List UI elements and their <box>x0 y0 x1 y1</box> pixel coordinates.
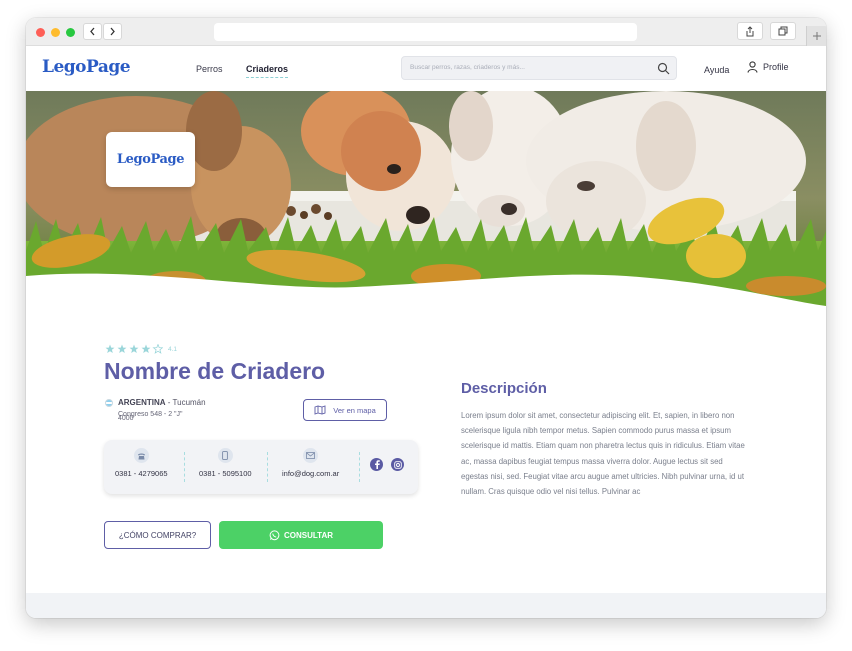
profile-link[interactable]: Profile <box>747 61 789 73</box>
map-icon <box>314 405 326 415</box>
tabs-overview-button[interactable] <box>770 22 796 40</box>
kennel-name: Nombre de Criadero <box>104 358 326 384</box>
phone-number: 0381 - 4279065 <box>115 469 168 478</box>
mobile-number: 0381 - 5095100 <box>199 469 252 478</box>
description-title: Descripción <box>461 380 547 397</box>
kennel-logo-card: LegoPage <box>106 132 195 187</box>
site-header: LegoPage Perros Criaderos Buscar perros,… <box>26 46 826 92</box>
consult-whatsapp-button[interactable]: CONSULTAR <box>219 521 383 549</box>
whatsapp-icon <box>269 529 280 540</box>
contact-phone[interactable]: 0381 - 4279065 <box>115 448 168 478</box>
search-placeholder: Buscar perros, razas, criaderos y más... <box>410 64 525 71</box>
telephone-icon <box>133 448 149 463</box>
help-link[interactable]: Ayuda <box>704 65 729 75</box>
maximize-window-icon[interactable] <box>66 28 75 37</box>
forward-button[interactable] <box>103 23 122 40</box>
contact-card: 0381 - 4279065 0381 - 5095100 info@dog.c… <box>104 440 418 494</box>
minimize-window-icon[interactable] <box>51 28 60 37</box>
address-bar[interactable] <box>214 23 637 41</box>
divider <box>267 452 268 482</box>
argentina-flag-icon <box>105 399 113 407</box>
new-tab-button[interactable] <box>806 26 826 46</box>
site-logo[interactable]: LegoPage <box>42 57 131 77</box>
divider <box>184 452 185 482</box>
instagram-icon[interactable] <box>391 458 404 471</box>
footer <box>26 593 826 618</box>
star-rating-icons <box>105 344 163 354</box>
plus-icon <box>812 32 821 40</box>
back-button[interactable] <box>83 23 102 40</box>
profile-label: Profile <box>763 62 789 72</box>
user-icon <box>747 61 758 73</box>
mobile-phone-icon <box>217 448 233 463</box>
chevron-left-icon <box>90 27 95 36</box>
email-address: info@dog.com.ar <box>282 469 340 478</box>
divider <box>359 452 360 482</box>
facebook-icon[interactable] <box>370 458 383 471</box>
share-button[interactable] <box>737 22 763 40</box>
search-icon[interactable] <box>657 62 670 75</box>
close-window-icon[interactable] <box>36 28 45 37</box>
nav-link-criaderos[interactable]: Criaderos <box>246 64 289 78</box>
city: - Tucumán <box>165 398 206 407</box>
consult-label: CONSULTAR <box>283 530 334 540</box>
rating-stars: 4.1 <box>105 344 177 354</box>
location: ARGENTINA - Tucumán <box>105 398 206 407</box>
tabs-icon <box>778 26 788 36</box>
chevron-right-icon <box>110 27 115 36</box>
country: ARGENTINA <box>118 398 166 407</box>
share-icon <box>746 25 754 36</box>
contact-mobile[interactable]: 0381 - 5095100 <box>199 448 252 478</box>
rating-value: 4.1 <box>168 345 178 353</box>
browser-window: LegoPage Perros Criaderos Buscar perros,… <box>26 18 826 618</box>
hero-banner: LegoPage <box>26 91 826 306</box>
how-to-buy-button[interactable]: ¿CÓMO COMPRAR? <box>104 521 211 549</box>
description-text: Lorem ipsum dolor sit amet, consectetur … <box>461 411 745 497</box>
mail-icon <box>303 448 319 463</box>
contact-email[interactable]: info@dog.com.ar <box>282 448 339 478</box>
view-map-button[interactable]: Ver en mapa <box>303 399 387 421</box>
postal-code: 4000 <box>118 415 134 422</box>
search-input[interactable]: Buscar perros, razas, criaderos y más... <box>401 56 677 80</box>
hero-puppies-image <box>26 91 826 306</box>
view-map-label: Ver en mapa <box>333 405 376 415</box>
nav-link-perros[interactable]: Perros <box>196 64 223 74</box>
browser-toolbar <box>26 18 826 46</box>
